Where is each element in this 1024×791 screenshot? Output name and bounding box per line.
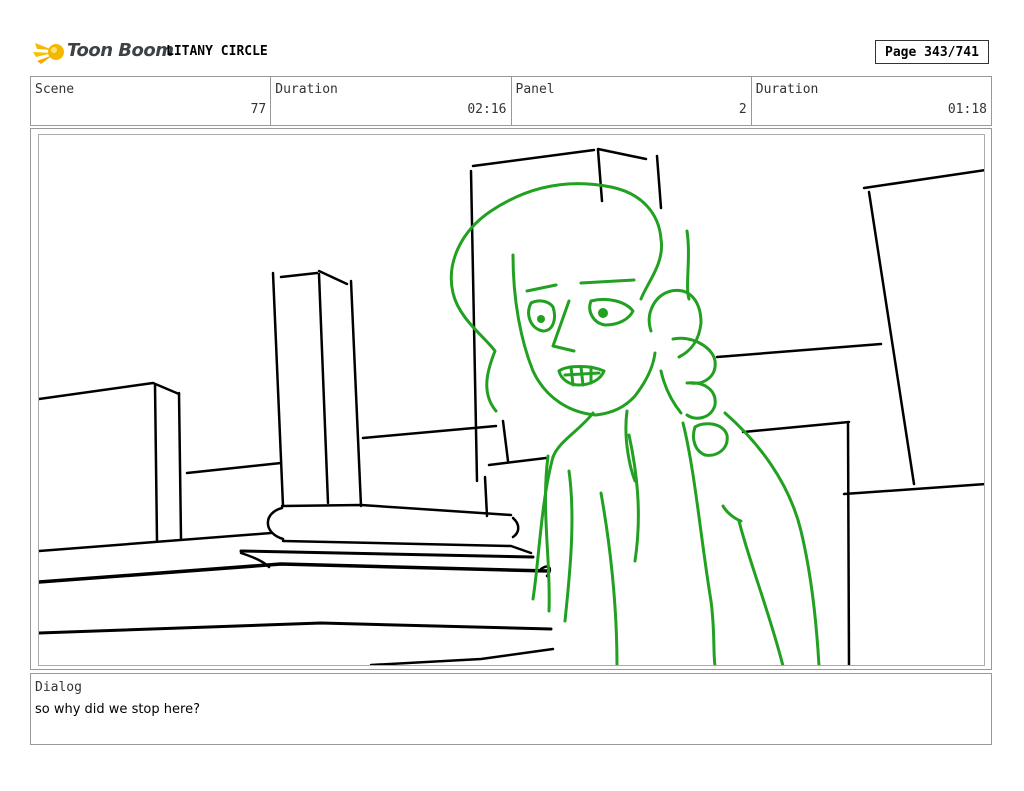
panel-label: Panel	[515, 82, 555, 97]
page-indicator: Page 343/741	[875, 40, 989, 64]
dialog-text: so why did we stop here?	[35, 702, 200, 717]
panel-duration-cell: Duration 01:18	[752, 77, 991, 125]
storyboard-panel	[38, 134, 985, 666]
character-sketch	[449, 182, 821, 665]
background-sketch	[39, 147, 984, 665]
scene-label: Scene	[35, 82, 75, 97]
scene-value: 77	[250, 102, 267, 117]
scene-duration-label: Duration	[275, 82, 338, 97]
project-title: LITANY CIRCLE	[166, 44, 268, 59]
scene-duration-cell: Duration 02:16	[271, 77, 512, 125]
panel-cell: Panel 2	[512, 77, 752, 125]
panel-info-row: Scene 77 Duration 02:16 Panel 2 Duration…	[30, 76, 992, 126]
dialog-box: Dialog so why did we stop here?	[30, 673, 992, 745]
panel-duration-label: Duration	[755, 82, 819, 97]
scene-duration-value: 02:16	[467, 102, 507, 117]
dialog-label: Dialog	[35, 680, 82, 695]
panel-value: 2	[738, 102, 747, 117]
logo-text: Toon Boom	[67, 40, 174, 61]
storyboard-sketch	[39, 147, 984, 665]
panel-duration-value: 01:18	[947, 102, 987, 117]
scene-cell: Scene 77	[31, 77, 272, 125]
